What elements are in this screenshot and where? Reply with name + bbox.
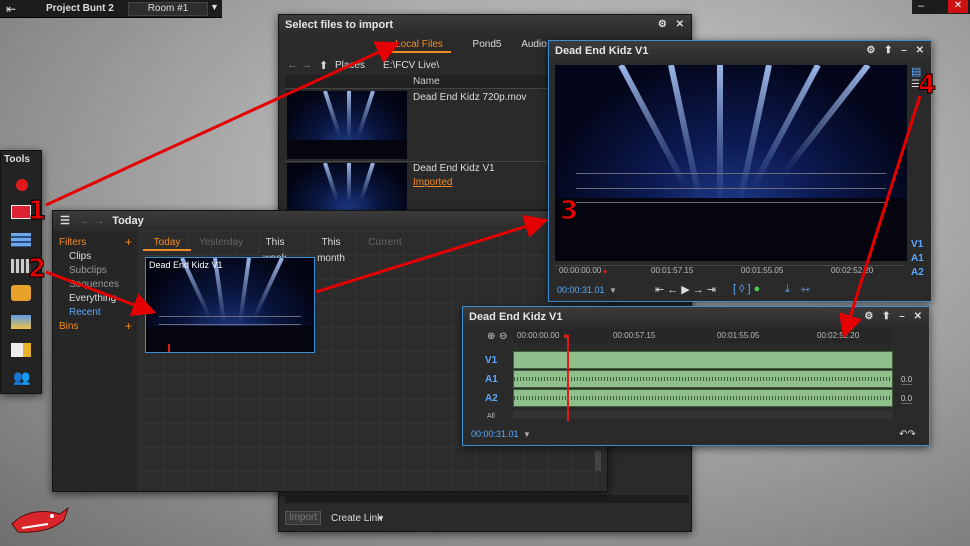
callout-1: 1 — [27, 196, 47, 227]
arrow-4 — [839, 95, 922, 339]
arrow-2 — [45, 270, 157, 317]
arrow-3 — [315, 215, 549, 294]
annotation-arrows — [45, 41, 922, 339]
shark-logo — [11, 506, 69, 533]
callout-2: 2 — [27, 254, 47, 285]
arrow-1 — [45, 41, 401, 207]
callout-4: 4 — [917, 70, 937, 101]
callout-3: 3 — [559, 196, 579, 227]
